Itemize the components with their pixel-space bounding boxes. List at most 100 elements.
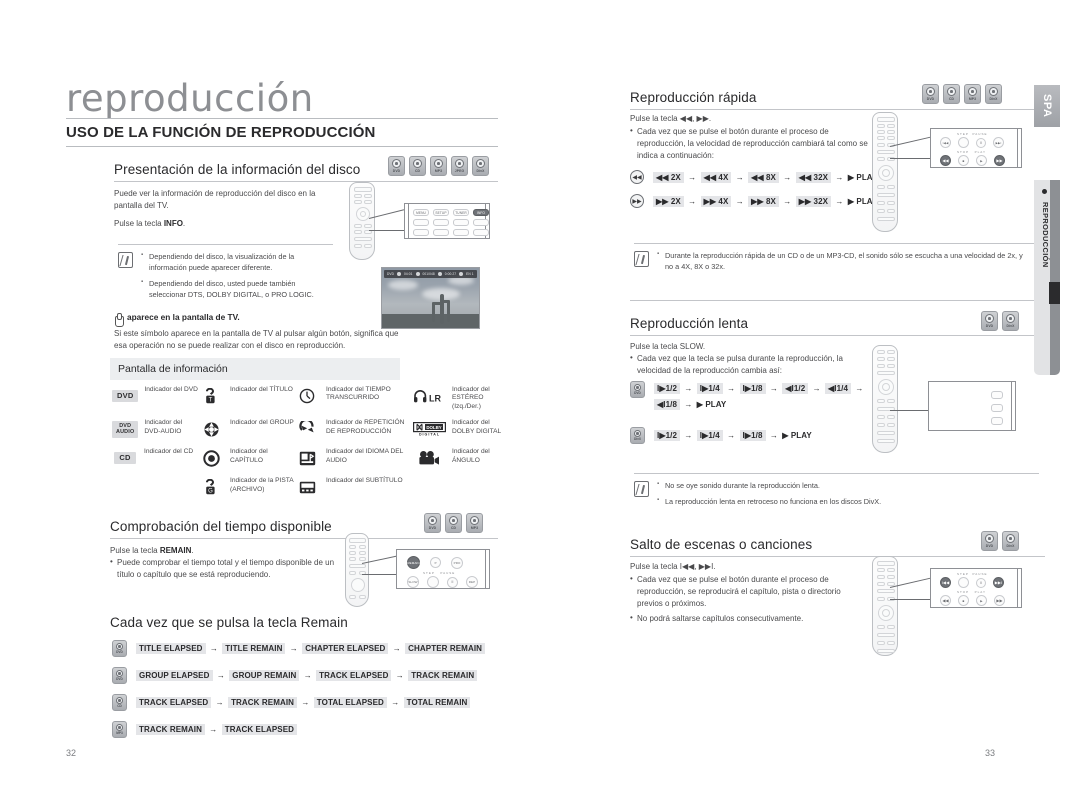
page-left: reproducción USO DE LA FUNCIÓN DE REPROD…	[0, 0, 540, 810]
language-tab-spa: SPA	[1034, 85, 1060, 127]
clock-icon	[294, 385, 320, 407]
tab-position-marker	[1049, 282, 1060, 304]
leader-line	[362, 574, 398, 575]
badge-dvd: DVD	[981, 311, 998, 331]
chapter-icon	[198, 447, 224, 469]
note-pencil-icon	[634, 251, 649, 267]
info-cell-empty	[412, 476, 502, 498]
remote-illustration-info	[349, 182, 375, 260]
sequence-row: DVD I▶1/2 → I▶1/4 → I▶1/8 → ◀I1/2 → ◀I1/…	[630, 381, 889, 413]
badges-remain-time: DVD CD MP3	[424, 513, 483, 533]
sequence-text: GROUP ELAPSED → GROUP REMAIN → TRACK ELA…	[136, 670, 478, 681]
rewind-icon: ◀◀	[630, 170, 644, 184]
badge-dvd: DVD	[630, 381, 645, 398]
sequence-text: TITLE ELAPSED → TITLE REMAIN → CHAPTER E…	[136, 643, 486, 654]
badge-cd: CD	[112, 694, 127, 711]
headphone-lr-icon: LR	[412, 385, 446, 407]
badges-fast-play: DVD CD MP3 DivX	[922, 84, 1002, 104]
info-cell: DOLBY DIGITAL Indicador del DOLBY DIGITAL	[412, 418, 502, 440]
note-item: Dependiendo del disco, la visualización …	[141, 250, 333, 273]
info-cell: Indicador del CAPÍTULO	[198, 447, 294, 469]
leader-line	[890, 410, 930, 411]
repeat-icon	[294, 418, 320, 440]
badge-mp3: MP3	[112, 721, 127, 738]
info-cell: CD Indicador del CD	[112, 447, 198, 469]
info-cell: G Indicador de la PISTA (ARCHIVO)	[198, 476, 294, 498]
subtitle-icon	[294, 476, 320, 498]
dvd-tag-icon: DVD	[112, 385, 139, 407]
title-icon: T	[198, 385, 224, 407]
sequence-row: CD TRACK ELAPSED → TRACK REMAIN → TOTAL …	[112, 694, 485, 711]
sequence-row: ▶▶ ▶▶ 2X → ▶▶ 4X → ▶▶ 8X → ▶▶ 32X → ▶ PL…	[630, 194, 877, 208]
info-cell: DVD AUDIO Indicador del DVD-AUDIO	[112, 418, 198, 440]
badge-divx: DivX	[1002, 531, 1019, 551]
slow-press: Pulse la tecla SLOW.	[630, 342, 706, 351]
badge-dvd: DVD	[981, 531, 998, 551]
leader-line	[369, 230, 405, 231]
slow-bullets: Cada vez que la tecla se pulsa durante l…	[630, 352, 868, 378]
remote-illustration-remain	[345, 533, 369, 607]
remote-illustration-skip	[872, 556, 898, 656]
badge-divx: DivX	[985, 84, 1002, 104]
badge-dvd: DVD	[388, 156, 405, 176]
info-cell: DVD Indicador del DVD	[112, 385, 198, 411]
track-icon: G	[198, 476, 224, 498]
badge-mp3: MP3	[964, 84, 981, 104]
osd-item: DVD	[387, 272, 395, 276]
sequence-text: TRACK REMAIN → TRACK ELAPSED	[136, 724, 298, 735]
chapter-rule	[66, 118, 498, 119]
svg-text:T: T	[209, 397, 213, 403]
page-number-right: 33	[985, 748, 996, 758]
skip-bullets: Cada vez que se pulse el botón durante e…	[630, 573, 868, 626]
note-pencil-icon	[118, 252, 133, 268]
info-cell: Indicador del GROUP	[198, 418, 294, 440]
sequence-text: ◀◀ 2X → ◀◀ 4X → ◀◀ 8X → ◀◀ 32X → ▶ PLAY	[653, 171, 877, 183]
note-disc-info: Dependiendo del disco, la visualización …	[118, 244, 333, 305]
badges-slow-play: DVD DivX	[981, 311, 1019, 331]
svg-text:DOLBY: DOLBY	[426, 425, 441, 430]
hand-symbol-block: aparece en la pantalla de TV. Si este sí…	[114, 312, 399, 350]
leader-line	[890, 599, 932, 600]
badge-mp3: MP3	[466, 513, 483, 533]
group-icon	[198, 418, 224, 440]
osd-item: 001/048	[422, 272, 435, 276]
fast-press: Pulse la tecla ◀◀, ▶▶.	[630, 114, 712, 123]
svg-text:G: G	[208, 488, 213, 494]
chapter-title: reproducción	[66, 77, 314, 120]
callout-slow-buttons	[928, 381, 1016, 431]
chapter-tab-reproduccion: REPRODUCCIÓN	[1034, 180, 1060, 375]
bullet-item: Cada vez que se pulse el botón durante e…	[630, 125, 868, 162]
panel-info-display-title: Pantalla de información	[110, 358, 400, 380]
bullet-item: Cada vez que la tecla se pulsa durante l…	[630, 352, 868, 377]
tab-dot-icon	[1042, 189, 1047, 194]
badge-cd: CD	[409, 156, 426, 176]
manual-spread: reproducción USO DE LA FUNCIÓN DE REPROD…	[0, 0, 1080, 810]
note-item: Dependiendo del disco, usted puede tambi…	[141, 277, 333, 300]
remain-press: Pulse la tecla REMAIN.	[110, 546, 194, 555]
page-right: Reproducción rápida DVD CD MP3 DivX Puls…	[540, 0, 1080, 810]
note-slow-play: No se oye sonido durante la reproducción…	[634, 473, 1039, 512]
callout-info-buttons: MENU SETUP TUNER INFO	[404, 203, 490, 239]
sequence-row: ◀◀ ◀◀ 2X → ◀◀ 4X → ◀◀ 8X → ◀◀ 32X → ▶ PL…	[630, 170, 877, 184]
hand-icon	[114, 313, 124, 327]
remote-illustration-fast	[872, 112, 898, 232]
sequence-text: I▶1/2 → I▶1/4 → I▶1/8 → ▶ PLAY	[654, 430, 812, 441]
badge-divx: DivX	[1002, 311, 1019, 331]
sequence-text: TRACK ELAPSED → TRACK REMAIN → TOTAL ELA…	[136, 697, 471, 708]
badge-jpeg: JPEG	[451, 156, 468, 176]
info-cell: LR Indicador del ESTÉREO (Izq./Der.)	[412, 385, 502, 411]
sequence-row: DVD TITLE ELAPSED → TITLE REMAIN → CHAPT…	[112, 640, 486, 657]
note-item: La reproducción lenta en retroceso no fu…	[657, 495, 1027, 507]
callout-highlight-remain: REMAIN	[407, 556, 420, 569]
callout-fast-buttons: STEP PAUSE I◀◀ II ▶▶I STOP PLAY ◀◀ ■ ▶ ▶…	[930, 128, 1022, 168]
note-item: No se oye sonido durante la reproducción…	[657, 479, 1027, 491]
callout-remain-buttons: REMAIN ↺ PRO STEP PAUSE SLOW II REP	[396, 549, 490, 589]
info-cell: T Indicador del TÍTULO	[198, 385, 294, 411]
note-item: Durante la reproducción rápida de un CD …	[657, 249, 1027, 272]
disc-info-press: Pulse la tecla INFO.	[114, 219, 186, 228]
fast-bullets: Cada vez que se pulse el botón durante e…	[630, 125, 868, 163]
angle-camera-icon	[412, 447, 446, 469]
tv-screenshot: DVD 04:01 001/048 0:00:27 EN 1	[381, 267, 480, 329]
disc-info-intro: Puede ver la información de reproducción…	[114, 189, 316, 210]
osd-item: 0:00:27	[444, 272, 457, 276]
